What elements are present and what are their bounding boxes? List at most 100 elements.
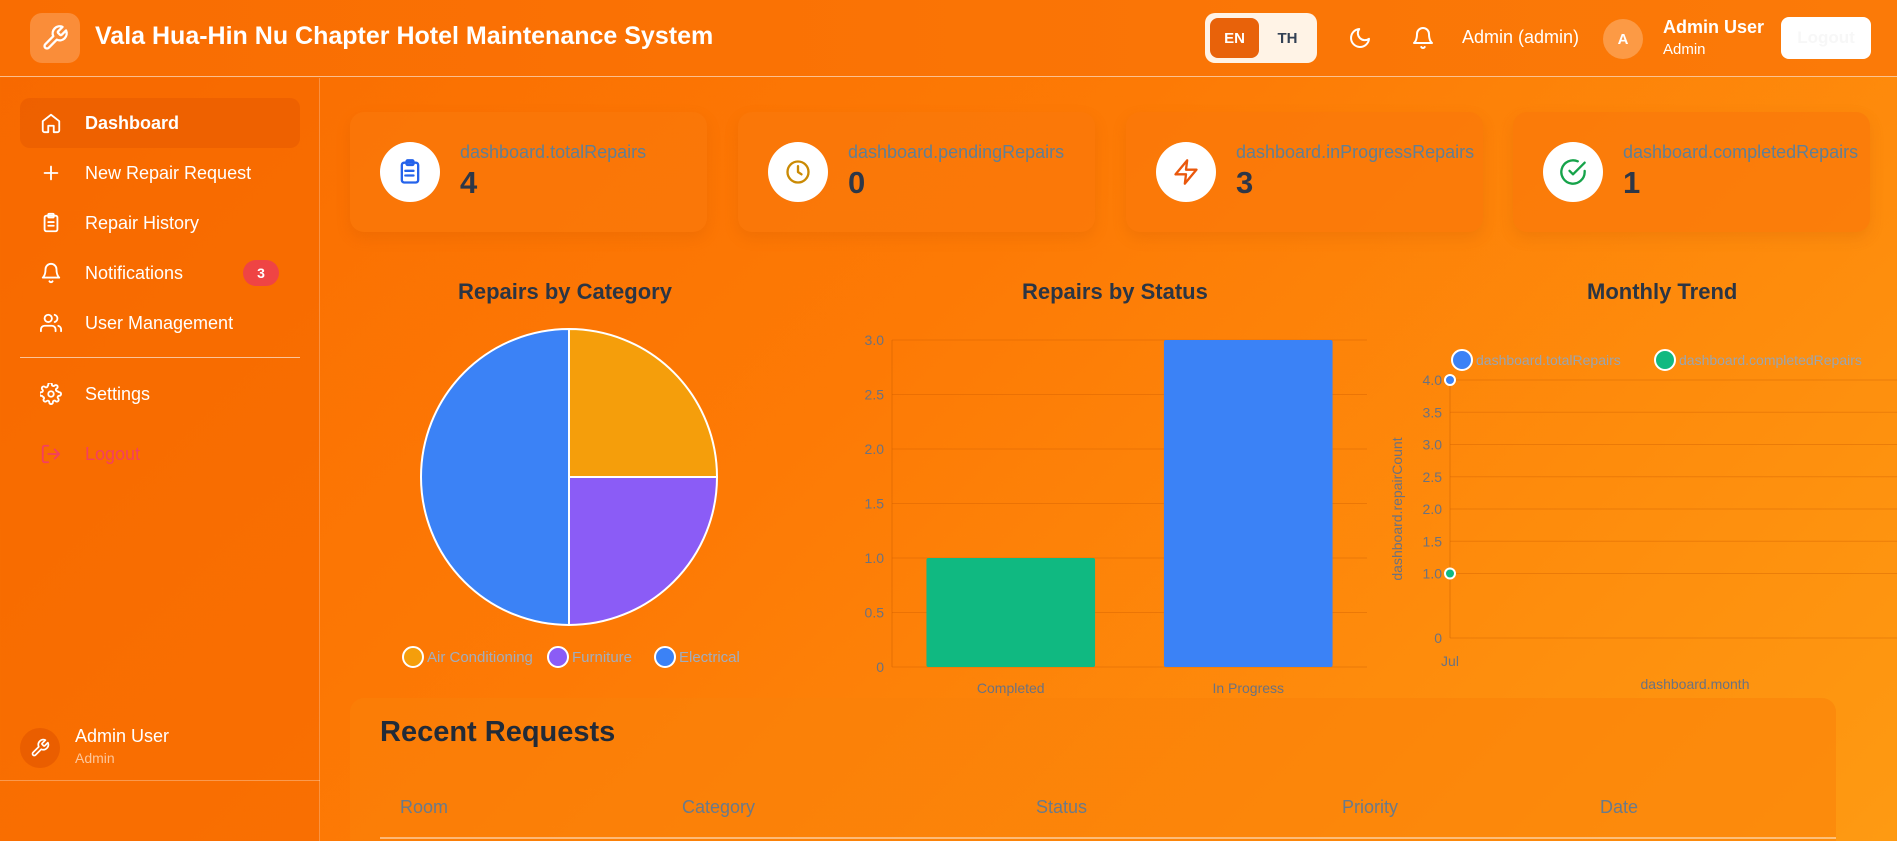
sidebar-item-user-management[interactable]: User Management — [20, 298, 300, 348]
clipboard-icon — [43, 212, 59, 233]
column-header-date[interactable]: Date — [1600, 797, 1638, 818]
logout-icon — [41, 444, 61, 464]
y-tick-label: 0.5 — [865, 605, 885, 621]
sidebar-item-logout[interactable]: Logout — [20, 429, 300, 479]
stat-label: dashboard.completedRepairs — [1623, 142, 1859, 162]
legend-label: Air Conditioning — [427, 649, 533, 666]
sidebar-footer-divider — [0, 780, 320, 781]
notification-count-badge: 3 — [243, 260, 279, 286]
lang-th-button[interactable]: TH — [1263, 18, 1312, 58]
pie-slice — [420, 327, 570, 627]
pie-slice — [568, 476, 719, 627]
sidebar-item-label: Repair History — [85, 212, 200, 233]
avatar[interactable]: A — [1603, 19, 1643, 59]
y-tick-label: 1.5 — [865, 496, 885, 512]
sidebar-item-notifications[interactable]: Notifications 3 — [20, 248, 300, 298]
wrench-icon — [31, 738, 50, 757]
clipboard-list-icon — [400, 159, 420, 184]
legend-swatch — [1654, 349, 1676, 371]
y-tick-label: 1.5 — [1423, 533, 1443, 549]
logout-button[interactable]: Logout — [1781, 17, 1871, 59]
data-point — [1444, 374, 1456, 386]
sidebar-user-role: Admin — [75, 750, 115, 766]
y-tick-label: 3.0 — [1423, 437, 1443, 453]
role-label: Admin (admin) — [1462, 27, 1580, 47]
sidebar-item-repair-history[interactable]: Repair History — [20, 198, 300, 248]
stat-label: dashboard.inProgressRepairs — [1236, 142, 1475, 162]
user-name: Admin User — [1663, 17, 1765, 37]
y-tick-label: 2.0 — [865, 441, 885, 457]
y-axis-label: dashboard.repairCount — [1389, 437, 1405, 580]
sidebar-item-new-repair-request[interactable]: New Repair Request — [20, 148, 300, 198]
sidebar-item-label: Logout — [85, 443, 141, 464]
column-header-status[interactable]: Status — [1036, 797, 1087, 818]
check-circle-icon — [1560, 159, 1586, 185]
column-header-priority[interactable]: Priority — [1342, 797, 1398, 818]
sidebar-item-dashboard[interactable]: Dashboard — [20, 98, 300, 148]
legend-label: dashboard.completedRepairs — [1679, 352, 1862, 368]
y-tick-label: 0 — [876, 659, 884, 675]
home-icon — [41, 113, 61, 134]
gear-icon — [40, 383, 62, 405]
column-header-room[interactable]: Room — [400, 797, 448, 818]
y-tick-label: 4.0 — [1423, 372, 1443, 388]
sidebar-item-label: User Management — [85, 312, 234, 333]
wrench-icon — [43, 25, 68, 50]
sidebar-item-label: Dashboard — [85, 112, 180, 133]
stat-value: 3 — [1236, 165, 1254, 200]
sidebar-divider — [20, 357, 300, 358]
pie-slice — [568, 327, 719, 478]
stat-icon-circle — [1543, 142, 1603, 202]
stat-icon-circle — [768, 142, 828, 202]
bar — [926, 558, 1096, 667]
language-toggle: EN TH — [1205, 13, 1317, 63]
legend-swatch — [654, 646, 676, 668]
x-tick-label: Jul — [1441, 653, 1459, 669]
y-tick-label: 3.0 — [865, 332, 885, 348]
recent-requests-title: Recent Requests — [380, 716, 616, 748]
stat-label: dashboard.totalRepairs — [460, 142, 647, 162]
y-tick-label: 3.5 — [1423, 404, 1443, 420]
top-header: Vala Hua-Hin Nu Chapter Hotel Maintenanc… — [0, 0, 1897, 77]
sidebar-item-label: Settings — [85, 383, 151, 404]
stat-card-total: dashboard.totalRepairs 4 — [350, 112, 707, 232]
moon-icon[interactable] — [1348, 26, 1372, 50]
line-chart-title: Monthly Trend — [1587, 279, 1738, 304]
stat-value: 4 — [460, 165, 478, 200]
y-tick-label: 2.5 — [865, 387, 885, 403]
x-tick-label: In Progress — [1212, 680, 1284, 696]
sidebar-item-label: New Repair Request — [85, 162, 252, 183]
stat-icon-circle — [1156, 142, 1216, 202]
stat-label: dashboard.pendingRepairs — [848, 142, 1065, 162]
y-tick-label: 2.0 — [1423, 501, 1443, 517]
legend-label: Furniture — [572, 649, 632, 666]
stat-card-completed: dashboard.completedRepairs 1 — [1513, 112, 1870, 232]
stat-icon-circle — [380, 142, 440, 202]
table-header-divider — [380, 837, 1836, 839]
x-axis-label: dashboard.month — [1641, 676, 1750, 692]
stat-card-in-progress: dashboard.inProgressRepairs 3 — [1126, 112, 1483, 232]
pie-chart-title: Repairs by Category — [458, 279, 672, 304]
stat-value: 0 — [848, 165, 866, 200]
lang-en-button[interactable]: EN — [1210, 18, 1259, 58]
status-bar-chart: 0 0.5 1.0 1.5 2.0 2.5 3.0 Completed In Progress — [865, 332, 1367, 696]
monthly-trend-chart: dashboard.totalRepairs dashboard.complete… — [1389, 349, 1897, 692]
logo — [30, 13, 80, 63]
sidebar-item-settings[interactable]: Settings — [20, 369, 300, 419]
y-tick-label: 0 — [1434, 630, 1442, 646]
legend-swatch — [547, 646, 569, 668]
bell-icon[interactable] — [1411, 26, 1435, 50]
stat-card-pending: dashboard.pendingRepairs 0 — [738, 112, 1095, 232]
bar — [1163, 340, 1333, 667]
user-role: Admin — [1663, 41, 1706, 58]
legend-swatch — [402, 646, 424, 668]
sidebar-user-name: Admin User — [75, 726, 170, 746]
legend-label: Electrical — [679, 649, 740, 666]
legend-swatch — [1451, 349, 1473, 371]
column-header-category[interactable]: Category — [682, 797, 755, 818]
stat-value: 1 — [1623, 165, 1641, 200]
legend-label: dashboard.totalRepairs — [1476, 352, 1621, 368]
y-tick-label: 2.5 — [1423, 469, 1443, 485]
bar-chart-title: Repairs by Status — [1022, 279, 1208, 304]
data-point — [1444, 567, 1456, 580]
